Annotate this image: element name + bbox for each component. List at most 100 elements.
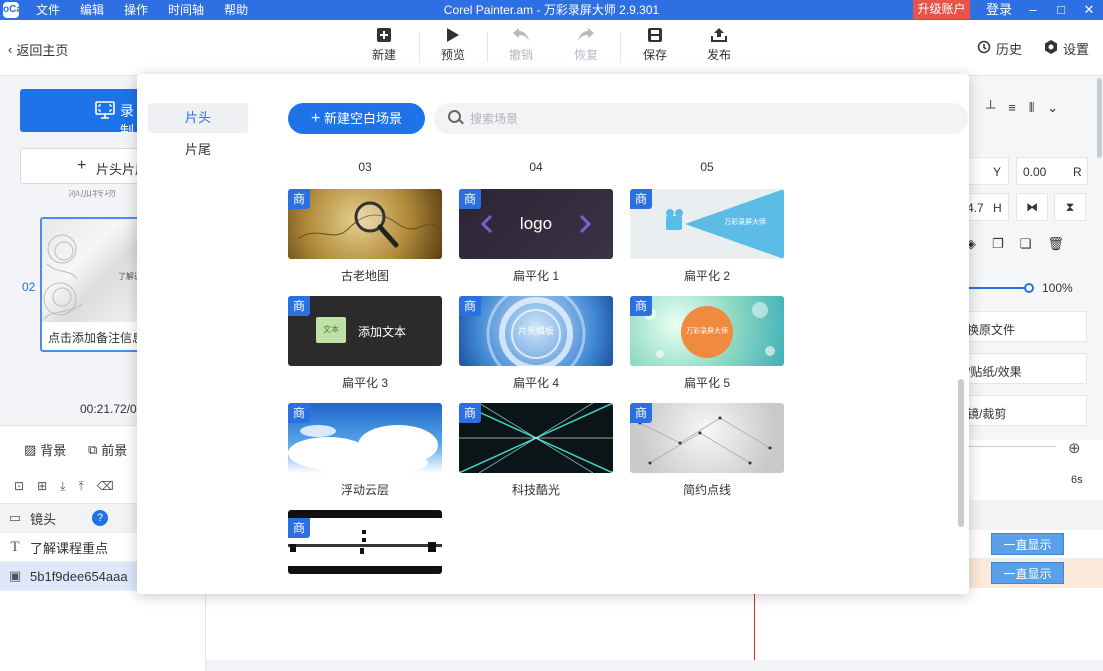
template-card-flat-2[interactable]: 万彩录屏大师 商 扁平化 2 — [630, 189, 784, 285]
replace-file-button[interactable]: 换原文件 — [966, 311, 1087, 342]
commercial-badge: 商 — [630, 189, 652, 209]
intro-template-dialog: 片头 片尾 + 新建空白场景 03 04 05 商 古老地图 logo 商 — [137, 74, 969, 594]
foreground-tab[interactable]: ⧉ 前景 — [88, 440, 127, 459]
tab-outro[interactable]: 片尾 — [148, 135, 248, 165]
menu-edit[interactable]: 编辑 — [80, 0, 104, 20]
template-thumbnail: 文本 添加文本 商 — [288, 296, 442, 366]
thumb-brand-text: 万彩录屏大师 — [724, 219, 766, 226]
template-card-floating-clouds[interactable]: 商 浮动云层 — [288, 403, 442, 499]
publish-button[interactable]: 发布 — [694, 28, 744, 63]
redo-button[interactable]: 恢复 — [561, 28, 611, 63]
y-value: 0.00 — [1023, 165, 1047, 179]
folder-icon[interactable]: ⊡ — [14, 479, 24, 494]
align-middle-icon[interactable]: ≡ — [1008, 100, 1016, 116]
template-card-flat-1[interactable]: logo 商 扁平化 1 — [459, 189, 613, 285]
thumb-logo-text: logo — [519, 214, 553, 233]
y-field[interactable]: Y — [966, 157, 1009, 185]
background-tab[interactable]: ▨ 背景 — [24, 440, 66, 459]
settings-label: 设置 — [1063, 42, 1090, 57]
always-show-chip[interactable]: 一直显示 — [991, 533, 1064, 555]
close-icon[interactable]: ✕ — [1075, 0, 1103, 20]
template-card-old-map[interactable]: 商 古老地图 — [288, 189, 442, 285]
flip-horizontal-icon[interactable]: ⧓ — [1016, 193, 1048, 221]
play-icon — [428, 28, 478, 46]
align-top-icon[interactable]: ┴ — [986, 100, 995, 116]
layer-order-tools: ◈ ❐ ❏ 🗑 — [966, 236, 1064, 252]
flip-vertical-icon[interactable]: ⧗ — [1054, 193, 1086, 221]
intro-outro-button[interactable]: + 片头片尾 — [20, 148, 148, 184]
template-label: 扁平化 5 — [683, 376, 730, 390]
mirror-crop-button[interactable]: 镜/裁剪 — [966, 395, 1087, 426]
main-toolbar: ‹ 返回主页 新建 预览 撤销 恢复 保存 发布 历史 设置 — [0, 20, 1103, 76]
scene-card[interactable]: 了解课 点击添加备注信息 — [40, 217, 140, 352]
toolbar-divider — [620, 32, 621, 62]
scene-search-input[interactable] — [470, 110, 870, 128]
trash-icon[interactable]: ⌫ — [97, 479, 114, 494]
upgrade-account-button[interactable]: 升级账户 — [913, 0, 970, 19]
background-label: 背景 — [40, 443, 67, 458]
thumb-intro-text: 片头模板 — [517, 326, 554, 336]
layer-label: 镜头 — [30, 511, 57, 527]
template-thumbnail: 万彩录屏大师 商 — [630, 189, 784, 259]
align-vertical-icon[interactable]: ⫴ — [1029, 100, 1034, 116]
background-icon: ▨ — [24, 441, 37, 457]
menu-operate[interactable]: 操作 — [124, 0, 148, 20]
always-show-chip[interactable]: 一直显示 — [991, 562, 1064, 584]
dialog-scrollbar[interactable] — [958, 379, 964, 527]
thumb-brand-text: 万彩录屏大师 — [686, 328, 728, 335]
menu-file[interactable]: 文件 — [36, 0, 60, 20]
record-button[interactable]: 录制 — [20, 89, 140, 139]
zoom-in-icon[interactable]: ⊕ — [1068, 439, 1081, 457]
login-button[interactable]: 登录 — [986, 0, 1012, 20]
template-card-flat-4[interactable]: 片头模板 商 扁平化 4 — [459, 296, 613, 392]
help-icon[interactable]: ? — [92, 510, 109, 526]
rotation-field[interactable]: 0.00 R — [1016, 157, 1088, 185]
template-label: 浮动云层 — [340, 483, 389, 497]
commercial-badge: 商 — [630, 296, 652, 316]
minimize-icon[interactable]: ‒ — [1019, 0, 1047, 20]
template-thumbnail: 商 — [288, 510, 442, 574]
back-home-button[interactable]: ‹ 返回主页 — [8, 40, 68, 59]
opacity-slider-handle[interactable] — [1024, 283, 1034, 293]
scene-search[interactable] — [434, 103, 968, 134]
save-button[interactable]: 保存 — [630, 28, 680, 63]
tab-intro[interactable]: 片头 — [148, 103, 248, 133]
timeline-track-header — [966, 500, 1103, 530]
add-folder-icon[interactable]: ⊞ — [37, 479, 47, 494]
stickers-effects-button[interactable]: /贴纸/效果 — [966, 353, 1087, 384]
paste-icon[interactable]: ❏ — [1020, 236, 1032, 252]
chevron-left-icon: ‹ — [8, 42, 13, 57]
menu-timeline[interactable]: 时间轴 — [168, 0, 204, 20]
menu-help[interactable]: 帮助 — [224, 0, 248, 20]
template-card-simple-dotline[interactable]: 商 简约点线 — [630, 403, 784, 499]
mirror-crop-label: 镜/裁剪 — [967, 407, 1007, 421]
new-blank-scene-button[interactable]: + 新建空白场景 — [288, 103, 425, 134]
maximize-icon[interactable]: □ — [1047, 0, 1075, 20]
scene-note[interactable]: 点击添加备注信息 — [48, 329, 138, 346]
move-down-icon[interactable]: ⤓ — [60, 479, 65, 494]
template-card-tech-light[interactable]: 商 科技酷光 — [459, 403, 613, 499]
properties-scrollbar[interactable] — [1097, 78, 1102, 158]
zoom-slider[interactable] — [966, 446, 1056, 447]
new-button[interactable]: 新建 — [359, 28, 409, 63]
layer-tools: ⊡ ⊞ ⤓ ⤒ ⌫ — [14, 479, 114, 494]
playhead[interactable] — [754, 590, 755, 660]
template-label: 扁平化 2 — [683, 269, 730, 283]
undo-button[interactable]: 撤销 — [496, 28, 546, 63]
settings-button[interactable]: 设置 — [1044, 39, 1089, 58]
copy-icon[interactable]: ❐ — [992, 236, 1004, 252]
column-number: 04 — [529, 160, 543, 174]
history-button[interactable]: 历史 — [977, 39, 1022, 58]
transition-label-partial: 添加转场 — [68, 190, 117, 199]
opacity-slider[interactable] — [966, 287, 1028, 289]
column-number: 05 — [700, 160, 714, 174]
template-card-flat-5[interactable]: 万彩录屏大师 商 扁平化 5 — [630, 296, 784, 392]
plus-icon: + — [77, 157, 87, 174]
chevron-down-icon[interactable]: ⌄ — [1047, 100, 1058, 116]
preview-button[interactable]: 预览 — [428, 28, 478, 63]
height-field[interactable]: 4.7 H — [966, 193, 1009, 221]
move-up-icon[interactable]: ⤒ — [78, 479, 83, 494]
trash-icon[interactable]: 🗑 — [1047, 236, 1064, 252]
template-card-flat-3[interactable]: 文本 添加文本 商 扁平化 3 — [288, 296, 442, 392]
template-card-film[interactable]: 商 — [288, 510, 442, 580]
